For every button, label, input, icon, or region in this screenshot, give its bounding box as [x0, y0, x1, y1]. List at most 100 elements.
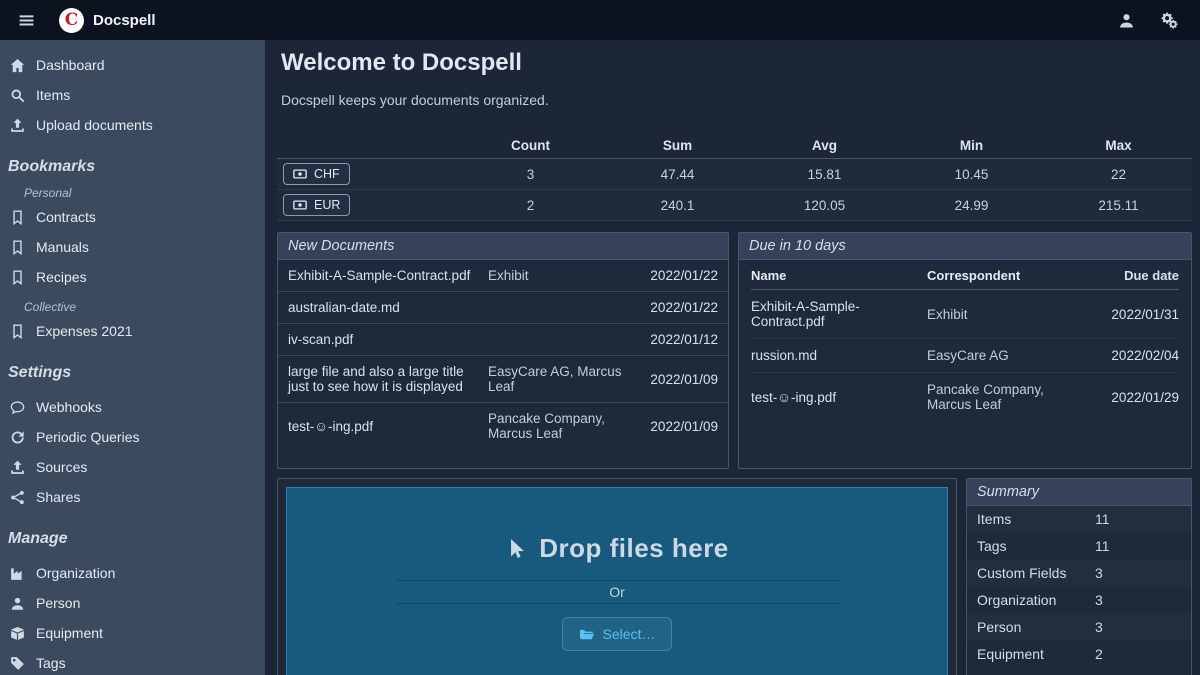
- currency-label: EUR: [314, 198, 340, 212]
- due-document-row[interactable]: russion.md EasyCare AG 2022/02/04: [751, 338, 1179, 372]
- sidebar-item-periodic-queries[interactable]: Periodic Queries: [0, 422, 265, 452]
- page-subtitle: Docspell keeps your documents organized.: [281, 92, 1192, 109]
- due-document-row[interactable]: Exhibit-A-Sample-Contract.pdf Exhibit 20…: [751, 290, 1179, 338]
- sidebar-item-tags[interactable]: Tags: [0, 648, 265, 675]
- summary-row: Tags 11: [967, 533, 1191, 560]
- bottom-row: Drop files here Or Select… Summary Items…: [277, 478, 1192, 675]
- sidebar-item-expenses-2021[interactable]: Expenses 2021: [0, 316, 265, 346]
- sidebar-item-organization[interactable]: Organization: [0, 558, 265, 588]
- document-correspondent: Exhibit: [488, 268, 626, 283]
- box-icon: [10, 626, 25, 641]
- app-layout: Dashboard Items Upload documents Bookmar…: [0, 40, 1200, 675]
- file-dropzone[interactable]: Drop files here Or Select…: [286, 487, 948, 675]
- due-col-name: Name: [751, 268, 921, 283]
- sidebar-item-equipment[interactable]: Equipment: [0, 618, 265, 648]
- stats-col-sum: Sum: [604, 138, 751, 153]
- stats-col-max: Max: [1045, 138, 1192, 153]
- document-correspondent: EasyCare AG, Marcus Leaf: [488, 364, 626, 394]
- document-row[interactable]: iv-scan.pdf 2022/01/12: [278, 323, 728, 355]
- sidebar-item-dashboard[interactable]: Dashboard: [0, 50, 265, 80]
- summary-value: 3: [1095, 619, 1181, 636]
- sidebar-item-contracts[interactable]: Contracts: [0, 202, 265, 232]
- stat-min: 24.99: [898, 198, 1045, 213]
- comment-icon: [10, 400, 25, 415]
- sidebar-heading-settings: Settings: [8, 364, 257, 382]
- document-correspondent: Pancake Company, Marcus Leaf: [488, 411, 626, 441]
- document-date: 2022/01/09: [634, 419, 718, 434]
- document-correspondent: Exhibit: [927, 307, 1081, 322]
- page-title: Welcome to Docspell: [281, 48, 1192, 78]
- home-icon: [10, 58, 25, 73]
- summary-label: Equipment: [977, 646, 1095, 663]
- mouse-pointer-icon: [505, 538, 526, 559]
- sidebar-heading-bookmarks: Bookmarks: [8, 158, 257, 176]
- user-menu-button[interactable]: [1112, 8, 1141, 33]
- stat-sum: 47.44: [604, 167, 751, 182]
- dropzone-title: Drop files here: [287, 532, 947, 564]
- sidebar-item-upload-documents[interactable]: Upload documents: [0, 110, 265, 140]
- main-content: Welcome to Docspell Docspell keeps your …: [265, 40, 1200, 675]
- due-col-date: Due date: [1087, 268, 1179, 283]
- dropzone-title-text: Drop files here: [539, 532, 729, 564]
- sidebar-item-label: Person: [36, 595, 80, 611]
- bookmark-icon: [10, 210, 25, 225]
- sidebar-item-recipes[interactable]: Recipes: [0, 262, 265, 292]
- currency-badge-eur: EUR: [283, 194, 350, 216]
- summary-value: 11: [1095, 538, 1181, 555]
- summary-label: Items: [977, 511, 1095, 528]
- stat-max: 22: [1045, 167, 1192, 182]
- summary-label: Person: [977, 619, 1095, 636]
- app-logo: C: [59, 8, 84, 33]
- sidebar-item-label: Webhooks: [36, 399, 102, 415]
- sidebar-heading-manage: Manage: [8, 530, 257, 548]
- summary-value: 3: [1095, 592, 1181, 609]
- summary-value: 3: [1095, 565, 1181, 582]
- sidebar: Dashboard Items Upload documents Bookmar…: [0, 40, 265, 675]
- menu-button[interactable]: [12, 8, 41, 33]
- share-icon: [10, 490, 25, 505]
- stat-min: 10.45: [898, 167, 1045, 182]
- dropzone-or-text: Or: [287, 581, 947, 603]
- summary-row: Equipment 2: [967, 641, 1191, 668]
- search-icon: [10, 88, 25, 103]
- select-files-button[interactable]: Select…: [562, 617, 673, 651]
- sidebar-item-label: Sources: [36, 459, 87, 475]
- stat-count: 2: [457, 198, 604, 213]
- settings-menu-button[interactable]: [1155, 8, 1184, 33]
- sidebar-item-label: Contracts: [36, 209, 96, 225]
- bookmark-icon: [10, 270, 25, 285]
- document-date: 2022/01/22: [634, 268, 718, 283]
- stats-col-avg: Avg: [751, 138, 898, 153]
- sidebar-item-webhooks[interactable]: Webhooks: [0, 392, 265, 422]
- currency-stats-table: Count Sum Avg Min Max CHF 3 47.44 15.81 …: [277, 133, 1192, 221]
- sidebar-item-manuals[interactable]: Manuals: [0, 232, 265, 262]
- new-documents-panel: New Documents Exhibit-A-Sample-Contract.…: [277, 232, 729, 469]
- sidebar-item-person[interactable]: Person: [0, 588, 265, 618]
- sidebar-item-label: Recipes: [36, 269, 87, 285]
- summary-value: 2: [1095, 646, 1181, 663]
- stats-col-count: Count: [457, 138, 604, 153]
- sidebar-item-sources[interactable]: Sources: [0, 452, 265, 482]
- user-icon: [1118, 12, 1135, 29]
- sidebar-item-label: Equipment: [36, 625, 103, 641]
- due-documents-panel: Due in 10 days Name Correspondent Due da…: [738, 232, 1192, 469]
- stat-avg: 15.81: [751, 167, 898, 182]
- document-row[interactable]: Exhibit-A-Sample-Contract.pdf Exhibit 20…: [278, 260, 728, 291]
- document-row[interactable]: test-☺-ing.pdf Pancake Company, Marcus L…: [278, 402, 728, 449]
- summary-label: Tags: [977, 538, 1095, 555]
- document-name: large file and also a large title just t…: [288, 364, 480, 394]
- due-document-row[interactable]: test-☺-ing.pdf Pancake Company, Marcus L…: [751, 372, 1179, 421]
- sidebar-item-shares[interactable]: Shares: [0, 482, 265, 512]
- folder-open-icon: [579, 627, 594, 642]
- sidebar-item-label: Organization: [36, 565, 115, 581]
- stats-col-min: Min: [898, 138, 1045, 153]
- summary-row: Organization 3: [967, 587, 1191, 614]
- document-date: 2022/01/09: [634, 372, 718, 387]
- document-row[interactable]: australian-date.md 2022/01/22: [278, 291, 728, 323]
- bookmarks-group-personal: Personal: [24, 186, 257, 200]
- document-name: Exhibit-A-Sample-Contract.pdf: [751, 299, 921, 329]
- stats-header-row: Count Sum Avg Min Max: [277, 133, 1192, 159]
- sidebar-item-items[interactable]: Items: [0, 80, 265, 110]
- document-row[interactable]: large file and also a large title just t…: [278, 355, 728, 402]
- currency-badge-chf: CHF: [283, 163, 350, 185]
